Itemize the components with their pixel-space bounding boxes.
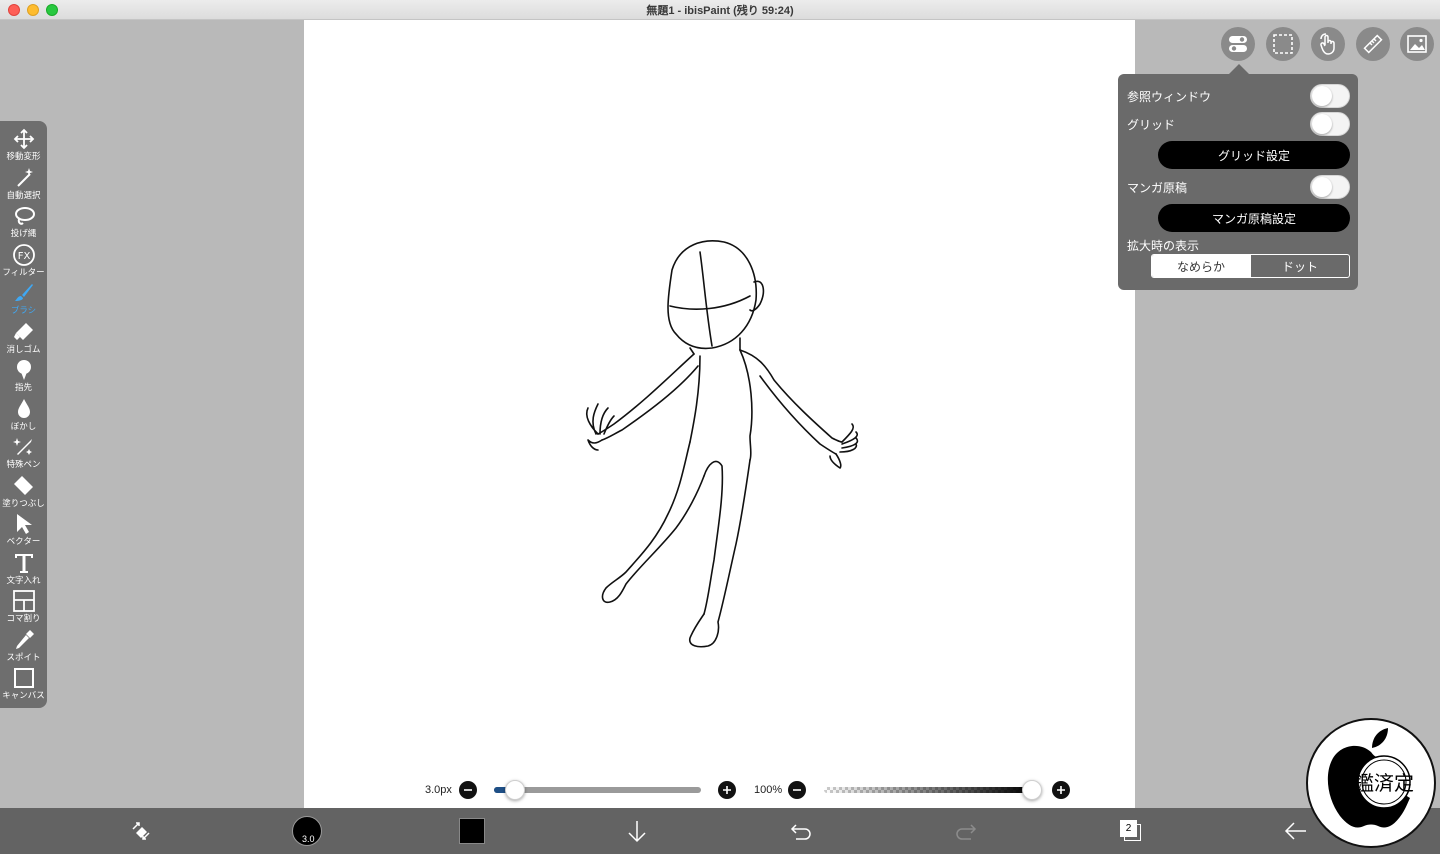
settings-toggle-button[interactable] <box>1221 27 1255 61</box>
title-bar: 無題1 - ibisPaint (残り 59:24) <box>0 0 1440 20</box>
tool-vector[interactable]: ベクター <box>0 512 47 551</box>
lasso-icon <box>14 207 35 225</box>
brush-preview-circle: 3.0 <box>292 816 322 846</box>
brush-icon <box>14 284 33 301</box>
canvas-icon <box>13 668 34 688</box>
watermark-text: 鑑済定 <box>1354 771 1414 795</box>
drawing-canvas[interactable] <box>304 20 1135 808</box>
toggles-icon <box>1229 36 1247 52</box>
zoom-display-label: 拡大時の表示 <box>1127 239 1200 253</box>
layer-count: 2 <box>1120 820 1137 837</box>
brush-size-preview[interactable]: 3.0 <box>291 808 323 854</box>
tool-finger[interactable]: 指先 <box>0 358 47 397</box>
arrow-down-icon <box>628 821 646 843</box>
special-pen-icon <box>12 438 32 455</box>
minus-icon <box>464 789 472 791</box>
brush-size-knob[interactable] <box>504 780 525 800</box>
frame-divider-icon <box>12 590 35 612</box>
reference-window-toggle[interactable] <box>1310 84 1350 108</box>
watermark-logo: 鑑済定 <box>1306 718 1436 848</box>
figure-line-art <box>585 240 859 648</box>
plus-icon <box>723 786 731 794</box>
tool-lasso[interactable]: 投げ縄 <box>0 204 47 243</box>
tool-special-pen[interactable]: 特殊ペン <box>0 435 47 474</box>
grid-settings-button[interactable]: グリッド設定 <box>1158 141 1350 169</box>
svg-text:FX: FX <box>17 251 30 262</box>
ruler-button[interactable] <box>1356 27 1390 61</box>
grid-toggle[interactable] <box>1310 112 1350 136</box>
brush-size-track[interactable] <box>494 787 701 793</box>
fill-bucket-icon <box>13 475 33 495</box>
magic-wand-icon <box>16 167 33 187</box>
opacity-increase-button[interactable] <box>1052 781 1070 799</box>
tool-canvas[interactable]: キャンバス <box>0 666 47 705</box>
color-button[interactable] <box>458 808 486 854</box>
window-title: 無題1 - ibisPaint (残り 59:24) <box>646 4 794 17</box>
window-controls <box>8 4 58 16</box>
tool-brush[interactable]: ブラシ <box>0 281 47 320</box>
popup-arrow <box>1229 64 1249 74</box>
reference-image-button[interactable] <box>1400 27 1434 61</box>
manga-toggle[interactable] <box>1310 175 1350 199</box>
blur-drop-icon <box>17 398 30 418</box>
bottom-bar: 3.0 2 <box>0 808 1440 854</box>
dashed-selection-icon <box>1273 34 1293 54</box>
minus-icon <box>793 789 801 791</box>
opacity-knob[interactable] <box>1022 780 1042 800</box>
hand-pointer-icon <box>1320 33 1335 55</box>
text-tool-icon <box>14 553 33 573</box>
opacity-decrease-button[interactable] <box>788 781 806 799</box>
tool-fill[interactable]: 塗りつぶし <box>0 474 47 513</box>
zoom-display-segment: なめらか ドット <box>1151 254 1350 278</box>
manga-settings-button[interactable]: マンガ原稿設定 <box>1158 204 1350 232</box>
ruler-icon <box>1363 34 1383 54</box>
selection-button[interactable] <box>1266 27 1300 61</box>
current-color-swatch <box>459 818 485 844</box>
layers-icon: 2 <box>1120 820 1142 842</box>
tool-eyedropper[interactable]: スポイト <box>0 628 47 667</box>
vector-arrow-icon <box>16 514 32 534</box>
dot-option[interactable]: ドット <box>1250 255 1349 277</box>
opacity-value: 100% <box>754 784 783 796</box>
touch-button[interactable] <box>1311 27 1345 61</box>
reference-window-label: 参照ウィンドウ <box>1127 90 1212 104</box>
tool-move-transform[interactable]: 移動変形 <box>0 127 47 166</box>
opacity-track[interactable] <box>824 787 1032 793</box>
tool-frame-divider[interactable]: コマ割り <box>0 589 47 628</box>
redo-button[interactable] <box>953 808 979 854</box>
brush-size-value: 3.0px <box>425 784 452 796</box>
undo-button[interactable] <box>788 808 814 854</box>
brush-size-badge: 3.0 <box>302 834 315 844</box>
redo-icon <box>956 824 977 840</box>
plus-icon <box>1057 786 1065 794</box>
brush-size-increase-button[interactable] <box>718 781 736 799</box>
tool-filter[interactable]: FX フィルター <box>0 243 47 282</box>
download-button[interactable] <box>624 808 650 854</box>
finger-smudge-icon <box>16 360 31 380</box>
undo-icon <box>790 824 811 840</box>
zoom-window-button[interactable] <box>46 4 58 16</box>
tool-magic-wand[interactable]: 自動選択 <box>0 166 47 205</box>
move-transform-icon <box>13 128 34 150</box>
close-window-button[interactable] <box>8 4 20 16</box>
fx-filter-icon: FX <box>12 243 35 266</box>
eyedropper-icon <box>15 629 34 649</box>
tool-eraser[interactable]: 消しゴム <box>0 320 47 359</box>
grid-label: グリッド <box>1127 118 1176 132</box>
minimize-window-button[interactable] <box>27 4 39 16</box>
brush-size-decrease-button[interactable] <box>459 781 477 799</box>
smooth-option[interactable]: なめらか <box>1152 255 1250 277</box>
layers-button[interactable]: 2 <box>1118 808 1144 854</box>
tool-blur[interactable]: ぼかし <box>0 397 47 436</box>
image-icon <box>1407 35 1427 53</box>
tool-text[interactable]: 文字入れ <box>0 551 47 590</box>
brush-eraser-switch-button[interactable] <box>126 808 156 854</box>
manga-label: マンガ原稿 <box>1127 181 1188 195</box>
tool-sidebar: 移動変形 自動選択 投げ縄 FX フィルター ブラシ 消しゴム 指先 ぼかし 特… <box>0 121 47 708</box>
eraser-icon <box>13 322 33 340</box>
brush-eraser-swap-icon <box>132 822 150 840</box>
settings-popup: 参照ウィンドウ グリッド グリッド設定 マンガ原稿 マンガ原稿設定 拡大時の表示… <box>1118 74 1358 290</box>
